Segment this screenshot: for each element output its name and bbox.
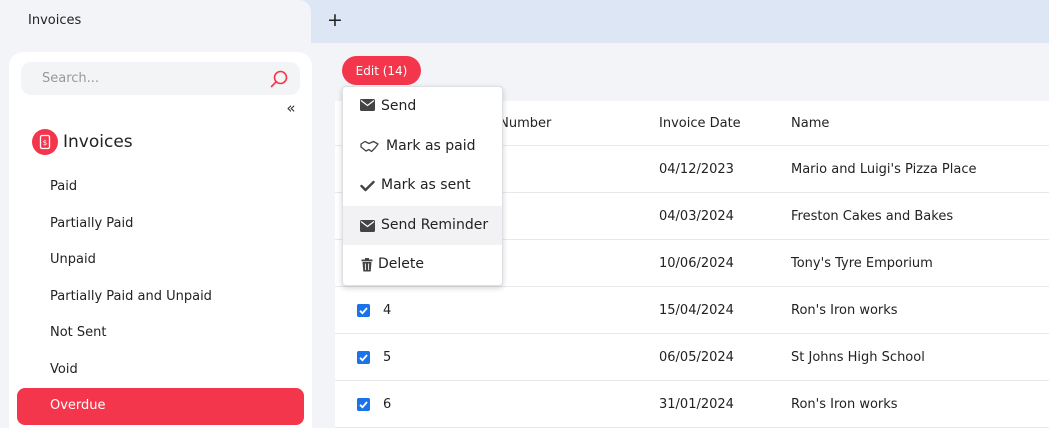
customer-name: St Johns High School [791,350,925,365]
check-icon [360,180,375,192]
add-tab-button[interactable]: + [326,8,344,32]
customer-name: Ron's Iron works [791,397,898,412]
sidebar-item-void[interactable]: Void [17,352,304,389]
row-checkbox[interactable] [357,398,370,411]
column-header-invoice-date[interactable]: Invoice Date [659,101,741,146]
envelope-icon [360,99,375,111]
invoice-date: 15/04/2024 [659,303,734,318]
sidebar-item-partially-paid-and-unpaid[interactable]: Partially Paid and Unpaid [17,279,304,316]
sidebar-item-partially-paid[interactable]: Partially Paid [17,206,304,243]
collapse-sidebar-button[interactable]: « [283,99,299,117]
row-checkbox[interactable] [357,304,370,317]
tab-label: Invoices [28,13,82,28]
row-checkbox[interactable] [357,351,370,364]
menu-item-label: Mark as sent [381,177,471,193]
invoice-date: 04/12/2023 [659,162,734,177]
invoice-date: 10/06/2024 [659,256,734,271]
envelope-icon [360,220,375,232]
sidebar-item-not-sent[interactable]: Not Sent [17,315,304,352]
invoice-number: 6 [383,397,392,412]
svg-text:$: $ [43,139,47,147]
menu-item-label: Mark as paid [386,138,476,154]
menu-item-label: Delete [378,256,424,272]
menu-item-mark-as-sent[interactable]: Mark as sent [343,166,502,205]
table-row[interactable]: 6 31/01/2024 Ron's Iron works [335,381,1049,428]
handshake-icon [360,140,379,153]
edit-button[interactable]: Edit (14) [342,56,421,85]
customer-name: Ron's Iron works [791,303,898,318]
sidebar-nav: Paid Partially Paid Unpaid Partially Pai… [17,169,304,425]
edit-dropdown-menu: Send Mark as paid Mark as sent Send Remi… [342,86,503,286]
sidebar-item-paid[interactable]: Paid [17,169,304,206]
tab-invoices[interactable]: Invoices [0,0,311,43]
menu-item-send[interactable]: Send [343,87,502,126]
table-row[interactable]: 4 15/04/2024 Ron's Iron works [335,287,1049,334]
sidebar: « $ Invoices Paid Partially Paid Unpaid … [9,52,312,428]
column-header-name[interactable]: Name [791,101,829,146]
invoice-date: 04/03/2024 [659,209,734,224]
sidebar-item-overdue[interactable]: Overdue [17,388,304,425]
menu-item-label: Send [381,98,417,114]
invoice-date: 06/05/2024 [659,350,734,365]
menu-item-mark-as-paid[interactable]: Mark as paid [343,127,502,166]
trash-icon [361,258,373,272]
customer-name: Tony's Tyre Emporium [791,256,933,271]
customer-name: Mario and Luigi's Pizza Place [791,162,977,177]
menu-item-label: Send Reminder [381,217,489,233]
search-input[interactable] [21,62,261,95]
invoice-date: 31/01/2024 [659,397,734,412]
invoice-number: 5 [383,350,392,365]
invoice-icon: $ [32,129,58,155]
table-row[interactable]: 5 06/05/2024 St Johns High School [335,334,1049,381]
menu-item-delete[interactable]: Delete [343,245,502,284]
invoice-number: 4 [383,303,392,318]
menu-item-send-reminder[interactable]: Send Reminder [343,206,502,245]
section-title: Invoices [63,132,133,152]
search-box [21,62,300,95]
sidebar-item-unpaid[interactable]: Unpaid [17,242,304,279]
search-icon[interactable] [268,68,290,90]
tab-bar: Invoices + [0,0,1049,43]
customer-name: Freston Cakes and Bakes [791,209,954,224]
